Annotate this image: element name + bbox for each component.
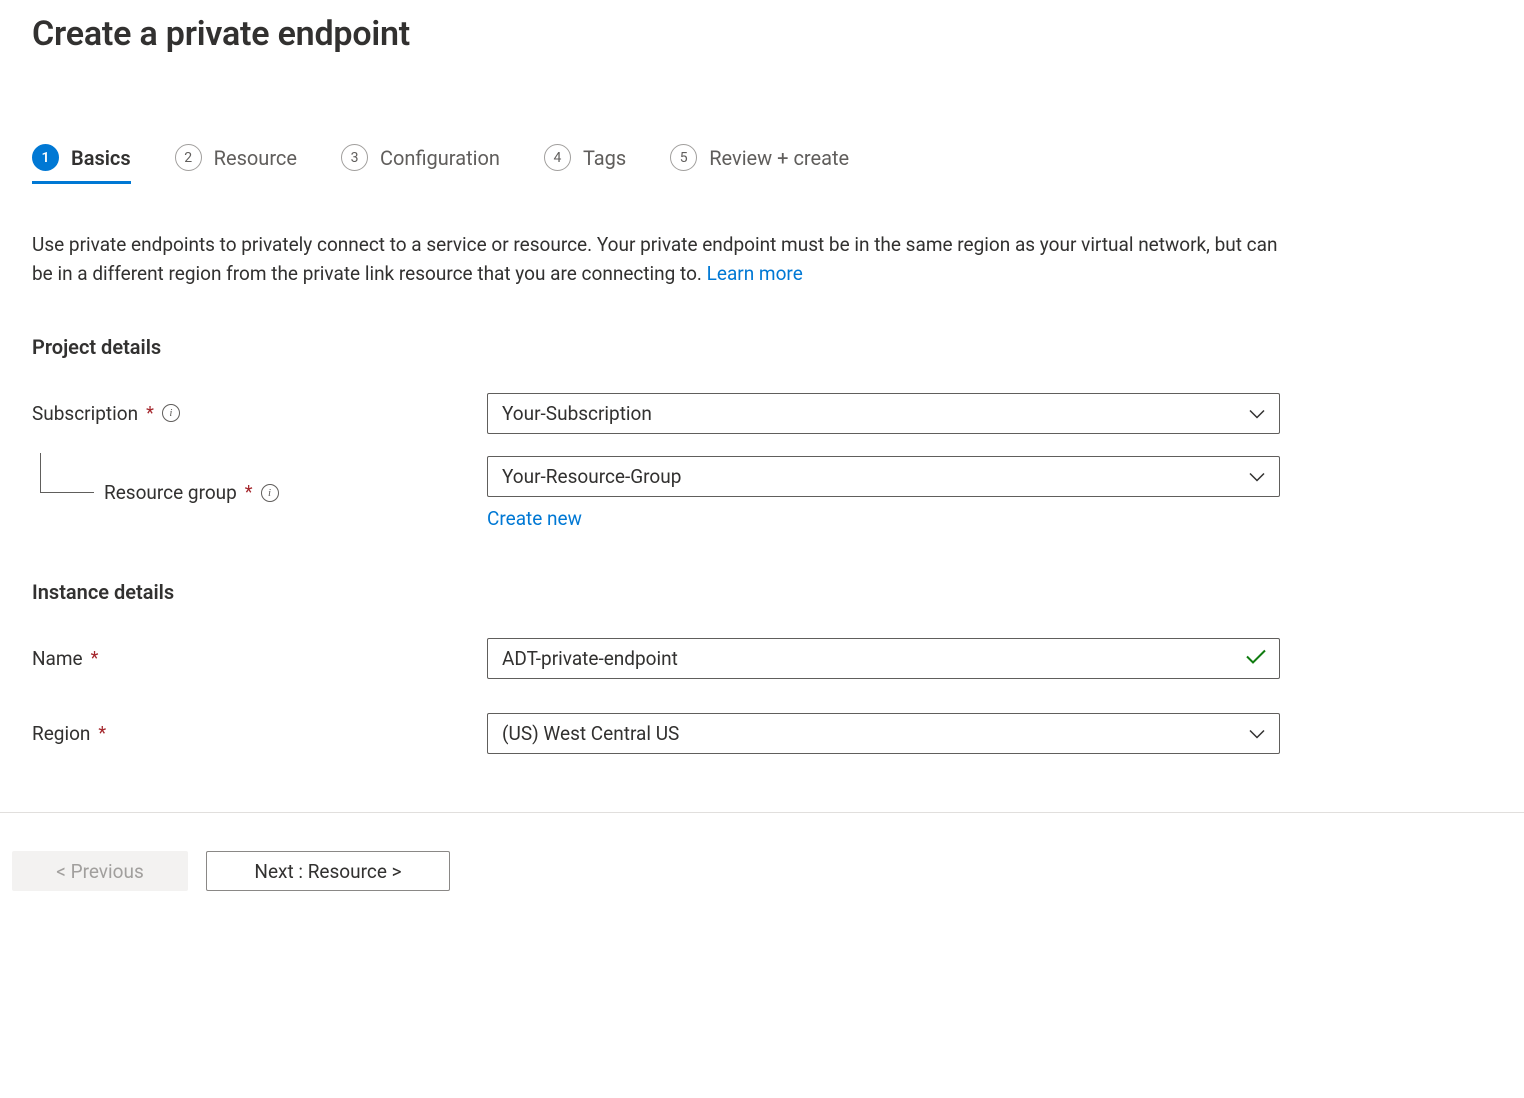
name-label: Name * [32, 647, 487, 670]
next-button[interactable]: Next : Resource > [206, 851, 450, 891]
required-indicator: * [91, 648, 99, 669]
label-text: Region [32, 722, 90, 745]
tab-label: Review + create [709, 146, 849, 170]
tab-label: Resource [214, 146, 297, 170]
create-new-link[interactable]: Create new [487, 507, 582, 530]
tab-label: Basics [71, 146, 131, 170]
page-title: Create a private endpoint [32, 14, 1492, 54]
description-body: Use private endpoints to privately conne… [32, 233, 1277, 285]
checkmark-icon [1245, 647, 1267, 670]
chevron-down-icon [1249, 722, 1265, 745]
tab-basics[interactable]: 1 Basics [32, 144, 131, 184]
tab-step-number: 4 [544, 144, 571, 171]
description-text: Use private endpoints to privately conne… [32, 230, 1282, 289]
section-project-details: Project details [32, 335, 1492, 359]
label-text: Resource group [104, 481, 237, 504]
tab-step-number: 3 [341, 144, 368, 171]
tree-connector-icon [40, 453, 94, 493]
required-indicator: * [245, 482, 253, 503]
info-icon[interactable]: i [261, 484, 279, 502]
select-value: Your-Resource-Group [502, 465, 681, 488]
tab-review-create[interactable]: 5 Review + create [670, 144, 849, 184]
chevron-down-icon [1249, 465, 1265, 488]
tab-tags[interactable]: 4 Tags [544, 144, 626, 184]
previous-button[interactable]: < Previous [12, 851, 188, 891]
wizard-tabs: 1 Basics 2 Resource 3 Configuration 4 Ta… [32, 144, 1492, 184]
tab-configuration[interactable]: 3 Configuration [341, 144, 500, 184]
info-icon[interactable]: i [162, 404, 180, 422]
tab-step-number: 5 [670, 144, 697, 171]
region-select[interactable]: (US) West Central US [487, 713, 1280, 754]
chevron-down-icon [1249, 402, 1265, 425]
tab-label: Tags [583, 146, 626, 170]
wizard-footer: < Previous Next : Resource > [0, 812, 1524, 891]
tab-step-number: 2 [175, 144, 202, 171]
resource-group-label: Resource group * i [32, 481, 487, 504]
required-indicator: * [98, 723, 106, 744]
label-text: Name [32, 647, 83, 670]
name-input[interactable] [502, 647, 1265, 670]
resource-group-select[interactable]: Your-Resource-Group [487, 456, 1280, 497]
name-input-wrapper [487, 638, 1280, 679]
label-text: Subscription [32, 402, 138, 425]
subscription-select[interactable]: Your-Subscription [487, 393, 1280, 434]
region-label: Region * [32, 722, 487, 745]
select-value: (US) West Central US [502, 722, 679, 745]
tab-label: Configuration [380, 146, 500, 170]
learn-more-link[interactable]: Learn more [707, 262, 803, 285]
tab-resource[interactable]: 2 Resource [175, 144, 297, 184]
subscription-label: Subscription * i [32, 402, 487, 425]
section-instance-details: Instance details [32, 580, 1492, 604]
tab-step-number: 1 [32, 144, 59, 171]
select-value: Your-Subscription [502, 402, 652, 425]
required-indicator: * [146, 403, 154, 424]
